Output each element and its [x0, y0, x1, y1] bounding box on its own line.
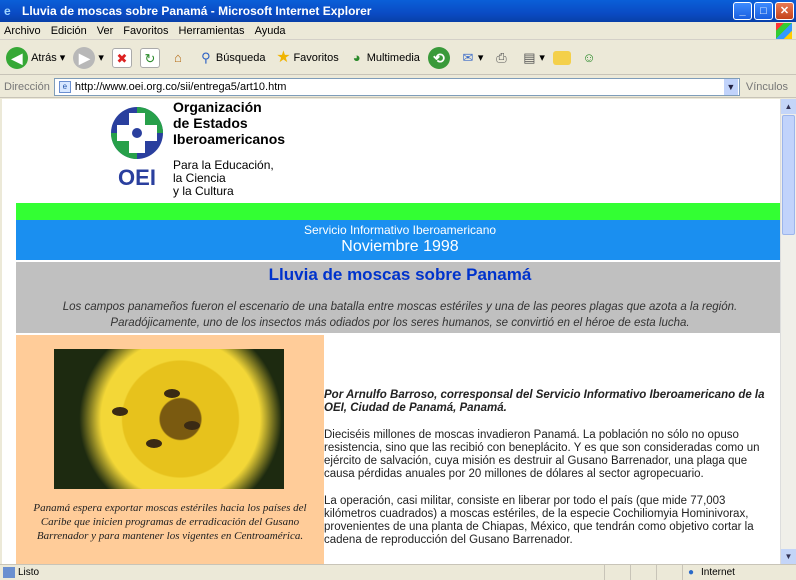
media-icon: ◕	[352, 49, 361, 65]
search-icon: ⚲	[201, 49, 211, 65]
org-line3: Iberoamericanos	[173, 131, 286, 147]
stop-button[interactable]: ✖	[111, 47, 132, 68]
messenger-icon: ☺	[582, 49, 596, 65]
byline: Por Arnulfo Barroso, corresponsal del Se…	[324, 389, 765, 414]
page-icon: e	[58, 80, 71, 93]
stop-icon: ✖	[111, 47, 132, 68]
bee-4	[146, 439, 162, 448]
sunflower-photo	[54, 349, 284, 489]
org-subtitle: Para la Educación, la Ciencia y la Cultu…	[173, 159, 274, 198]
security-zone: Internet	[682, 565, 735, 580]
service-name: Servicio Informativo Iberoamericano	[303, 223, 497, 237]
photo-caption: Panamá espera exportar moscas estériles …	[33, 502, 307, 542]
back-label: Atrás	[31, 51, 57, 64]
status-panels	[604, 565, 682, 580]
bee-3	[184, 421, 200, 430]
status-bar: Listo Internet	[0, 564, 796, 580]
page-viewport: OEI Organización de Estados Iberoamerica…	[2, 99, 780, 564]
print-icon: ⎙	[496, 49, 507, 65]
edit-icon: ▤	[523, 49, 536, 65]
home-icon: ⌂	[173, 49, 182, 65]
windows-logo-icon	[776, 23, 792, 39]
media-button[interactable]: ◕ Multimedia	[347, 48, 420, 68]
logo-text: OEI	[118, 165, 156, 189]
refresh-button[interactable]: ↻	[139, 47, 160, 68]
photo-box: Panamá espera exportar moscas estériles …	[16, 335, 324, 564]
article-body: Por Arnulfo Barroso, corresponsal del Se…	[324, 389, 780, 561]
refresh-icon: ↻	[139, 47, 160, 68]
menu-favoritos[interactable]: Favoritos	[123, 25, 168, 37]
toolbar: ◀ Atrás ▾ ▶ ▾ ✖ ↻ ⌂ ⚲ Búsqueda ★ Favoritos…	[0, 41, 796, 75]
media-label: Multimedia	[366, 51, 420, 64]
star-icon: ★	[276, 48, 291, 66]
headline-box: Lluvia de moscas sobre Panamá Los campos…	[16, 262, 780, 333]
print-button[interactable]: ⎙	[491, 48, 511, 68]
scroll-up-icon[interactable]: ▲	[781, 99, 796, 114]
page-status-icon	[3, 567, 15, 578]
mail-icon: ✉	[462, 49, 474, 65]
messenger-button[interactable]: ☺	[579, 48, 599, 68]
window-titlebar: e Lluvia de moscas sobre Panamá - Micros…	[0, 0, 796, 22]
favorites-label: Favoritos	[293, 51, 339, 64]
forward-arrow-icon: ▶	[73, 46, 96, 69]
bee-1	[112, 407, 128, 416]
address-input[interactable]: e http://www.oei.org.co/sii/entrega5/art…	[53, 77, 740, 96]
issue-date: Noviembre 1998	[341, 238, 459, 255]
article-title: Lluvia de moscas sobre Panamá	[268, 265, 532, 284]
org-name: Organización de Estados Iberoamericanos	[173, 99, 285, 147]
minimize-button[interactable]: _	[733, 2, 752, 20]
search-label: Búsqueda	[215, 51, 266, 64]
oei-logo: OEI	[111, 107, 163, 189]
mail-button[interactable]: ✉ ▾	[458, 48, 483, 68]
scroll-down-icon[interactable]: ▼	[781, 549, 796, 564]
folder-icon	[552, 50, 571, 65]
back-button[interactable]: ◀ Atrás ▾	[6, 46, 65, 69]
address-label: Dirección	[4, 80, 50, 93]
home-button[interactable]: ⌂	[168, 48, 188, 68]
history-icon: ⟲	[427, 46, 450, 69]
bee-2	[164, 389, 180, 398]
org-sub3: y la Cultura	[173, 184, 234, 198]
address-dropdown-icon[interactable]: ▼	[723, 78, 738, 95]
close-button[interactable]: ✕	[775, 2, 794, 20]
history-button[interactable]: ⟲	[427, 46, 450, 69]
edit-button[interactable]: ▤ ▾	[519, 48, 545, 68]
menu-edicion[interactable]: Edición	[51, 25, 87, 37]
scroll-thumb[interactable]	[782, 115, 795, 235]
menu-herramientas[interactable]: Herramientas	[179, 25, 245, 37]
green-bar	[16, 203, 780, 220]
menu-bar: Archivo Edición Ver Favoritos Herramient…	[0, 22, 796, 40]
paragraph-2: La operación, casi militar, consiste en …	[324, 495, 754, 546]
vertical-scrollbar[interactable]: ▲ ▼	[780, 99, 796, 564]
ie-icon: e	[4, 4, 11, 18]
menu-archivo[interactable]: Archivo	[4, 25, 41, 37]
org-line2: de Estados	[173, 115, 248, 131]
article-lead: Los campos panameños fueron el escenario…	[62, 301, 738, 329]
address-url: http://www.oei.org.co/sii/entrega5/art10…	[74, 80, 287, 93]
links-label[interactable]: Vínculos	[746, 81, 788, 93]
forward-button[interactable]: ▶ ▾	[73, 46, 104, 69]
favorites-button[interactable]: ★ Favoritos	[273, 48, 338, 68]
service-banner: Servicio Informativo Iberoamericano Novi…	[16, 220, 780, 260]
org-line1: Organización	[173, 99, 262, 115]
menu-ver[interactable]: Ver	[97, 25, 114, 37]
maximize-button[interactable]: □	[754, 2, 773, 20]
folder-button[interactable]	[552, 50, 571, 65]
menu-ayuda[interactable]: Ayuda	[255, 25, 286, 37]
search-button[interactable]: ⚲ Búsqueda	[196, 48, 266, 68]
paragraph-1: Dieciséis millones de moscas invadieron …	[324, 429, 760, 480]
address-bar: Dirección e http://www.oei.org.co/sii/en…	[0, 76, 796, 98]
back-arrow-icon: ◀	[6, 46, 28, 69]
status-text: Listo	[18, 567, 40, 578]
window-title: Lluvia de moscas sobre Panamá - Microsof…	[22, 4, 372, 18]
